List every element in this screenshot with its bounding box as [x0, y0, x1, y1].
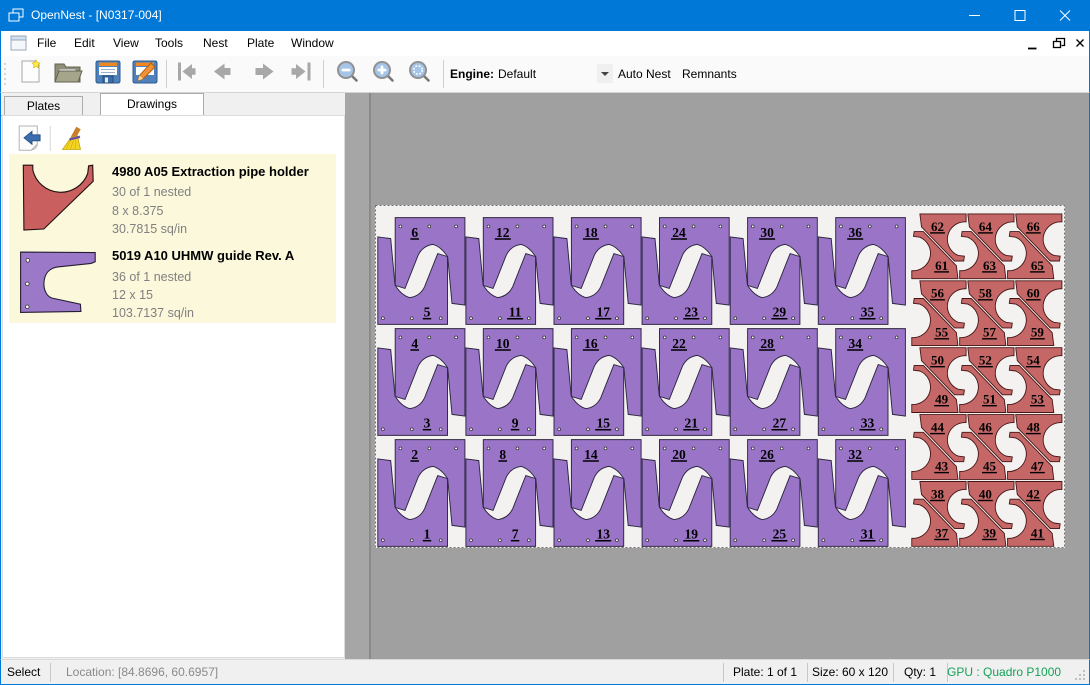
- svg-text:31: 31: [861, 527, 875, 542]
- svg-text:54: 54: [1027, 353, 1041, 368]
- svg-text:61: 61: [935, 258, 948, 273]
- svg-text:37: 37: [935, 525, 949, 540]
- svg-text:19: 19: [685, 527, 699, 542]
- svg-text:1: 1: [424, 527, 431, 542]
- svg-text:46: 46: [979, 420, 993, 435]
- svg-text:8: 8: [499, 447, 506, 462]
- svg-text:20: 20: [672, 447, 686, 462]
- svg-text:28: 28: [760, 336, 774, 351]
- svg-text:29: 29: [773, 305, 787, 320]
- svg-text:60: 60: [1027, 286, 1040, 301]
- svg-text:3: 3: [424, 416, 431, 431]
- svg-text:23: 23: [685, 305, 699, 320]
- svg-text:11: 11: [509, 305, 522, 320]
- svg-text:51: 51: [983, 392, 996, 407]
- svg-text:4: 4: [411, 336, 418, 351]
- svg-text:14: 14: [584, 447, 598, 462]
- svg-text:30: 30: [760, 225, 774, 240]
- svg-text:34: 34: [848, 336, 862, 351]
- svg-text:65: 65: [1031, 258, 1045, 273]
- svg-text:22: 22: [672, 336, 686, 351]
- svg-text:15: 15: [596, 416, 610, 431]
- svg-text:64: 64: [979, 219, 993, 234]
- svg-text:26: 26: [760, 447, 774, 462]
- svg-text:40: 40: [979, 486, 992, 501]
- svg-text:56: 56: [931, 286, 945, 301]
- svg-text:10: 10: [496, 336, 510, 351]
- svg-text:36: 36: [848, 225, 862, 240]
- svg-text:27: 27: [773, 416, 787, 431]
- svg-text:42: 42: [1027, 486, 1040, 501]
- svg-text:7: 7: [512, 527, 519, 542]
- svg-text:32: 32: [848, 447, 862, 462]
- svg-text:16: 16: [584, 336, 598, 351]
- svg-text:43: 43: [935, 459, 949, 474]
- svg-text:48: 48: [1027, 420, 1041, 435]
- svg-text:52: 52: [979, 353, 992, 368]
- svg-text:6: 6: [411, 225, 418, 240]
- svg-text:41: 41: [1031, 525, 1044, 540]
- svg-text:44: 44: [931, 420, 945, 435]
- svg-text:38: 38: [931, 486, 945, 501]
- svg-text:35: 35: [861, 305, 875, 320]
- svg-text:13: 13: [596, 527, 610, 542]
- svg-text:9: 9: [512, 416, 519, 431]
- svg-text:63: 63: [983, 258, 997, 273]
- svg-text:5: 5: [424, 305, 431, 320]
- svg-text:50: 50: [931, 353, 944, 368]
- svg-text:53: 53: [1031, 392, 1045, 407]
- svg-text:2: 2: [411, 447, 418, 462]
- svg-text:33: 33: [861, 416, 875, 431]
- svg-text:47: 47: [1031, 459, 1045, 474]
- svg-text:24: 24: [672, 225, 686, 240]
- svg-text:58: 58: [979, 286, 993, 301]
- svg-text:66: 66: [1027, 219, 1041, 234]
- svg-text:62: 62: [931, 219, 944, 234]
- svg-text:57: 57: [983, 325, 997, 340]
- svg-text:21: 21: [685, 416, 699, 431]
- svg-text:55: 55: [935, 325, 949, 340]
- svg-text:45: 45: [983, 459, 997, 474]
- svg-text:49: 49: [935, 392, 949, 407]
- svg-text:18: 18: [584, 225, 598, 240]
- svg-text:12: 12: [496, 225, 510, 240]
- svg-text:39: 39: [983, 525, 997, 540]
- svg-text:17: 17: [596, 305, 610, 320]
- svg-text:59: 59: [1031, 325, 1045, 340]
- svg-text:25: 25: [773, 527, 787, 542]
